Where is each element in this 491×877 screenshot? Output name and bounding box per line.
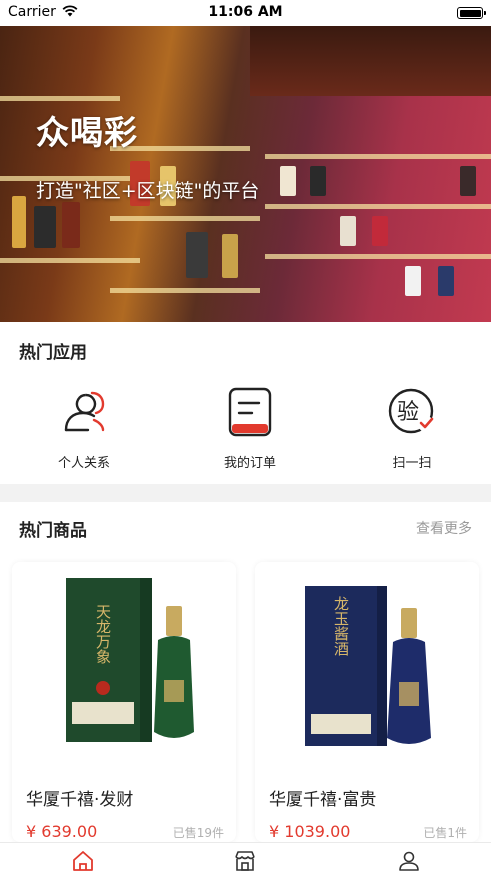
status-time: 11:06 AM — [208, 4, 283, 20]
product-card[interactable]: 龙玉酱酒 华厦千禧·富贵 ¥ 1039.00 已售1件 — [255, 562, 479, 842]
store-icon[interactable] — [233, 849, 257, 873]
app-item-personal-relations[interactable]: 个人关系 — [24, 386, 144, 471]
banner-image — [0, 26, 491, 322]
home-icon[interactable] — [71, 849, 95, 873]
product-price: ¥ 1039.00 — [269, 822, 351, 841]
banner-title: 众喝彩 — [36, 113, 138, 152]
person-relations-icon — [64, 391, 105, 432]
hot-apps-section: 热门应用 个人关系 我的订单 验 扫一扫 — [0, 322, 491, 484]
product-sold-count: 已售1件 — [423, 826, 467, 840]
svg-text:验: 验 — [397, 400, 419, 425]
product-image: 龙玉酱酒 — [255, 562, 479, 774]
battery-icon — [457, 7, 486, 19]
app-label-my-orders: 我的订单 — [223, 456, 276, 471]
svg-text:龙玉酱酒: 龙玉酱酒 — [332, 596, 350, 656]
product-sold-count: 已售19件 — [172, 826, 224, 840]
hot-products-title: 热门商品 — [19, 521, 87, 541]
profile-icon[interactable] — [397, 849, 421, 873]
bottom-tab-bar — [0, 842, 491, 877]
hot-products-section: 热门商品 查看更多 天龙万象 华厦千禧·发财 ¥ 639.00 已售19件 龙玉… — [0, 502, 491, 842]
banner-subtitle: 打造"社区+区块链"的平台 — [36, 180, 260, 202]
view-more-link[interactable]: 查看更多 — [416, 518, 472, 538]
app-item-scan[interactable]: 验 扫一扫 — [352, 386, 472, 471]
svg-text:天龙万象: 天龙万象 — [94, 604, 112, 664]
app-label-scan: 扫一扫 — [392, 456, 432, 471]
status-bar: Carrier 11:06 AM — [0, 0, 491, 26]
hot-apps-title: 热门应用 — [19, 343, 87, 363]
product-name: 华厦千禧·发财 — [26, 790, 134, 810]
product-image: 天龙万象 — [12, 562, 236, 774]
product-card[interactable]: 天龙万象 华厦千禧·发财 ¥ 639.00 已售19件 — [12, 562, 236, 842]
app-label-personal-relations: 个人关系 — [57, 456, 110, 471]
product-name: 华厦千禧·富贵 — [269, 790, 377, 810]
hero-banner[interactable]: 众喝彩 打造"社区+区块链"的平台 — [0, 26, 491, 322]
scan-verify-icon: 验 — [388, 388, 434, 434]
product-price: ¥ 639.00 — [26, 822, 98, 841]
order-list-icon — [228, 387, 272, 437]
app-item-my-orders[interactable]: 我的订单 — [190, 386, 310, 471]
